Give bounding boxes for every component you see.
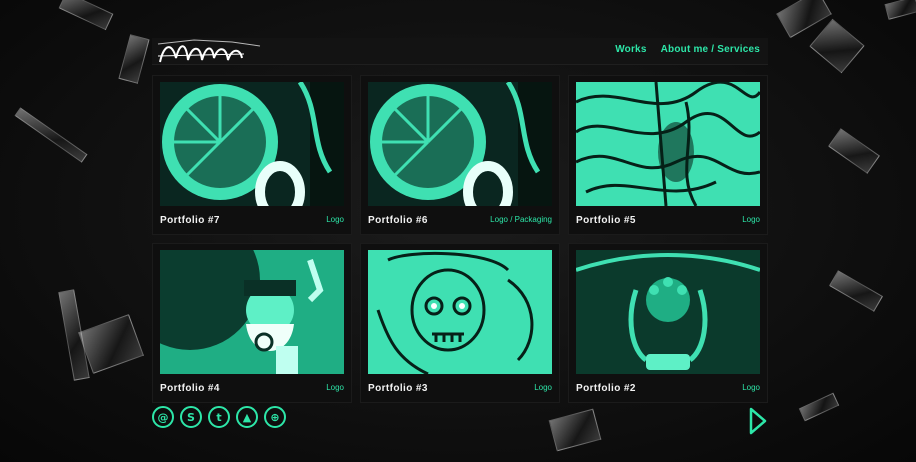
behance-icon[interactable]: ▲ xyxy=(236,406,258,428)
portfolio-card[interactable]: Portfolio #7 Logo xyxy=(152,75,352,235)
twitter-icon[interactable]: t xyxy=(208,406,230,428)
site-logo[interactable] xyxy=(154,34,264,68)
skype-icon[interactable]: S xyxy=(180,406,202,428)
portfolio-title: Portfolio #5 xyxy=(576,215,636,226)
portfolio-category[interactable]: Logo xyxy=(326,383,344,392)
portfolio-category[interactable]: Logo xyxy=(534,383,552,392)
social-links: @ S t ▲ ⊕ xyxy=(152,406,286,428)
portfolio-card[interactable]: Portfolio #6 Logo / Packaging xyxy=(360,75,560,235)
portfolio-card[interactable]: Portfolio #5 Logo xyxy=(568,75,768,235)
portfolio-category[interactable]: Logo xyxy=(326,215,344,224)
main-nav: Works About me / Services xyxy=(615,44,760,55)
nav-works[interactable]: Works xyxy=(615,44,646,55)
portfolio-thumbnail[interactable] xyxy=(576,250,760,374)
portfolio-title: Portfolio #7 xyxy=(160,215,220,226)
portfolio-thumbnail[interactable] xyxy=(368,250,552,374)
portfolio-thumbnail[interactable] xyxy=(160,250,344,374)
dribbble-icon[interactable]: ⊕ xyxy=(264,406,286,428)
portfolio-thumbnail[interactable] xyxy=(368,82,552,206)
portfolio-title: Portfolio #6 xyxy=(368,215,428,226)
portfolio-category[interactable]: Logo / Packaging xyxy=(490,215,552,224)
portfolio-title: Portfolio #3 xyxy=(368,383,428,394)
portfolio-category[interactable]: Logo xyxy=(742,383,760,392)
portfolio-thumbnail[interactable] xyxy=(160,82,344,206)
portfolio-card[interactable]: Portfolio #3 Logo xyxy=(360,243,560,403)
portfolio-title: Portfolio #4 xyxy=(160,383,220,394)
next-arrow-icon[interactable] xyxy=(748,406,768,436)
at-icon[interactable]: @ xyxy=(152,406,174,428)
portfolio-thumbnail[interactable] xyxy=(576,82,760,206)
portfolio-grid: Portfolio #7 Logo Portfolio #6 Logo / Pa… xyxy=(152,75,768,403)
nav-about-services[interactable]: About me / Services xyxy=(661,44,760,55)
portfolio-card[interactable]: Portfolio #4 Logo xyxy=(152,243,352,403)
portfolio-card[interactable]: Portfolio #2 Logo xyxy=(568,243,768,403)
portfolio-title: Portfolio #2 xyxy=(576,383,636,394)
portfolio-category[interactable]: Logo xyxy=(742,215,760,224)
